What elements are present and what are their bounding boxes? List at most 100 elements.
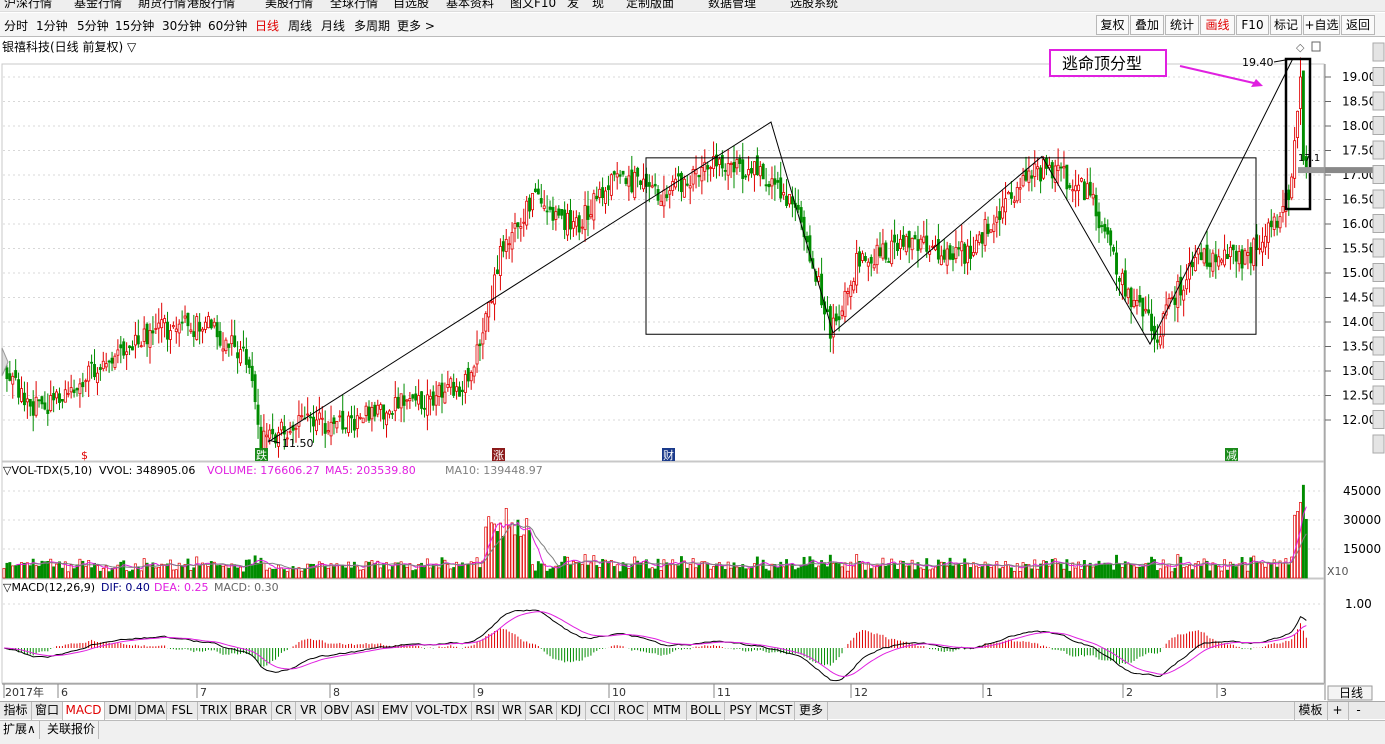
indicator-tab-24[interactable]: 更多 [795, 702, 828, 720]
indicator-tab-21[interactable]: BOLL [687, 702, 725, 720]
right-button-4[interactable]: F10 [1236, 15, 1269, 35]
period-0[interactable]: 分时 [4, 17, 28, 34]
indicator-tab-12[interactable]: EMV [379, 702, 412, 720]
window-icon[interactable] [1311, 41, 1321, 52]
top-menu-item-13[interactable]: 选股系统 [790, 0, 838, 10]
top-menu-item-6[interactable]: 自选股 [393, 0, 429, 10]
zoom-in-button[interactable]: + [1327, 702, 1347, 720]
drawing-tool-icon[interactable] [1372, 385, 1385, 405]
top-menu-item-5[interactable]: 全球行情 [330, 0, 378, 10]
period-4[interactable]: 30分钟 [162, 17, 201, 34]
diamond-icon[interactable]: ◇ [1296, 41, 1305, 54]
event-marker[interactable]: 财 [662, 448, 675, 462]
right-button-3[interactable]: 画线 [1200, 15, 1235, 35]
top-menu-item-3[interactable]: 港股行情 [187, 0, 235, 10]
drawing-tool-icon[interactable] [1372, 336, 1385, 356]
indicator-tab-6[interactable]: TRIX [198, 702, 231, 720]
drawing-tool-icon[interactable] [1372, 116, 1385, 135]
drawing-tool-icon[interactable] [1372, 410, 1385, 429]
top-menu-item-8[interactable]: 图文F10 [510, 0, 556, 10]
right-button-2[interactable]: 统计 [1165, 15, 1199, 35]
volume-bar [268, 567, 272, 579]
indicator-tab-23[interactable]: MCST [757, 702, 795, 720]
drawing-tool-icon[interactable] [1372, 434, 1385, 454]
indicator-tab-11[interactable]: ASI [352, 702, 379, 720]
indicator-tab-4[interactable]: DMA [136, 702, 167, 720]
indicator-tab-7[interactable]: BRAR [231, 702, 272, 720]
zoom-out-button[interactable]: - [1348, 702, 1368, 720]
volume-bar [2, 568, 6, 579]
drawing-tool-icon[interactable] [1372, 312, 1385, 331]
candle [1293, 127, 1297, 188]
indicator-tab-3[interactable]: DMI [105, 702, 136, 720]
period-8[interactable]: 月线 [321, 17, 345, 34]
template-button[interactable]: 模板 [1294, 702, 1326, 720]
indicator-tab-15[interactable]: WR [499, 702, 526, 720]
indicator-tab-10[interactable]: OBV [322, 702, 352, 720]
drawing-tool-icon[interactable] [1372, 189, 1385, 209]
top-menu-item-10[interactable]: 现 [592, 0, 604, 10]
period-2[interactable]: 5分钟 [77, 17, 109, 34]
drawing-tool-icon[interactable] [1372, 67, 1385, 86]
volume-bar [925, 558, 929, 579]
drawing-tool-icon[interactable] [1372, 361, 1385, 380]
volume-bar [285, 571, 289, 579]
top-menu-item-2[interactable]: 期货行情 [138, 0, 186, 10]
top-menu-item-9[interactable]: 发 [567, 0, 579, 10]
indicator-tab-17[interactable]: KDJ [557, 702, 586, 720]
event-marker[interactable]: 减 [1225, 448, 1238, 462]
drawing-tool-icon[interactable] [1372, 140, 1385, 160]
volume-bar [840, 566, 844, 579]
drawing-tool-icon[interactable] [1372, 165, 1385, 184]
top-menu-item-7[interactable]: 基本资料 [446, 0, 494, 10]
period-3[interactable]: 15分钟 [115, 17, 154, 34]
right-button-0[interactable]: 复权 [1096, 15, 1129, 35]
indicator-tab-19[interactable]: ROC [615, 702, 648, 720]
event-marker[interactable]: $ [81, 449, 88, 462]
kline-chart-area[interactable]: 19.0018.5018.0017.5017.0016.5016.0015.50… [0, 37, 1385, 701]
indicator-tab-20[interactable]: MTM [648, 702, 687, 720]
indicator-tab-1[interactable]: 窗口 [32, 702, 63, 720]
right-button-5[interactable]: 标记 [1270, 15, 1302, 35]
right-button-7[interactable]: 返回 [1341, 15, 1375, 35]
top-menu-item-12[interactable]: 数据管理 [708, 0, 756, 10]
drawing-tool-icon[interactable] [1372, 91, 1385, 111]
indicator-tab-13[interactable]: VOL-TDX [412, 702, 472, 720]
volume-bar [411, 570, 415, 579]
indicator-tab-14[interactable]: RSI [472, 702, 499, 720]
indicator-tab-2[interactable]: MACD [63, 702, 105, 720]
indicator-tab-16[interactable]: SAR [526, 702, 557, 720]
candle [729, 161, 733, 178]
candle [215, 315, 219, 350]
period-6[interactable]: 日线 [255, 17, 279, 34]
top-menu-item-0[interactable]: 沪深行情 [4, 0, 52, 10]
drawing-tool-icon[interactable] [1372, 263, 1385, 282]
drawing-tool-icon[interactable] [1372, 42, 1385, 62]
period-5[interactable]: 60分钟 [208, 17, 247, 34]
drawing-tool-icon[interactable] [1372, 238, 1385, 258]
event-marker[interactable]: 跌 [255, 448, 268, 462]
right-button-6[interactable]: +自选 [1303, 15, 1340, 35]
indicator-tab-18[interactable]: CCI [586, 702, 615, 720]
period-10[interactable]: 更多 > [397, 17, 435, 34]
top-menu-item-11[interactable]: 定制版面 [626, 0, 674, 10]
indicator-tab-0[interactable]: 指标 [0, 702, 32, 720]
right-button-1[interactable]: 叠加 [1130, 15, 1164, 35]
volume-bar [221, 565, 225, 579]
indicator-tab-5[interactable]: FSL [167, 702, 198, 720]
volume-bar [259, 557, 263, 579]
indicator-tab-8[interactable]: CR [272, 702, 296, 720]
drawing-tool-icon[interactable] [1372, 287, 1385, 307]
period-1[interactable]: 1分钟 [36, 17, 68, 34]
period-9[interactable]: 多周期 [354, 17, 390, 34]
indicator-tab-22[interactable]: PSY [725, 702, 757, 720]
event-marker[interactable]: 涨 [492, 448, 505, 462]
top-menu-item-4[interactable]: 美股行情 [265, 0, 313, 10]
indicator-tab-9[interactable]: VR [296, 702, 322, 720]
drawing-tool-icon[interactable] [1372, 214, 1385, 233]
status-item-1[interactable]: 关联报价 [44, 721, 100, 739]
candle [128, 345, 132, 356]
period-7[interactable]: 周线 [288, 17, 312, 34]
status-item-0[interactable]: 扩展∧ [0, 721, 40, 739]
top-menu-item-1[interactable]: 基金行情 [74, 0, 122, 10]
